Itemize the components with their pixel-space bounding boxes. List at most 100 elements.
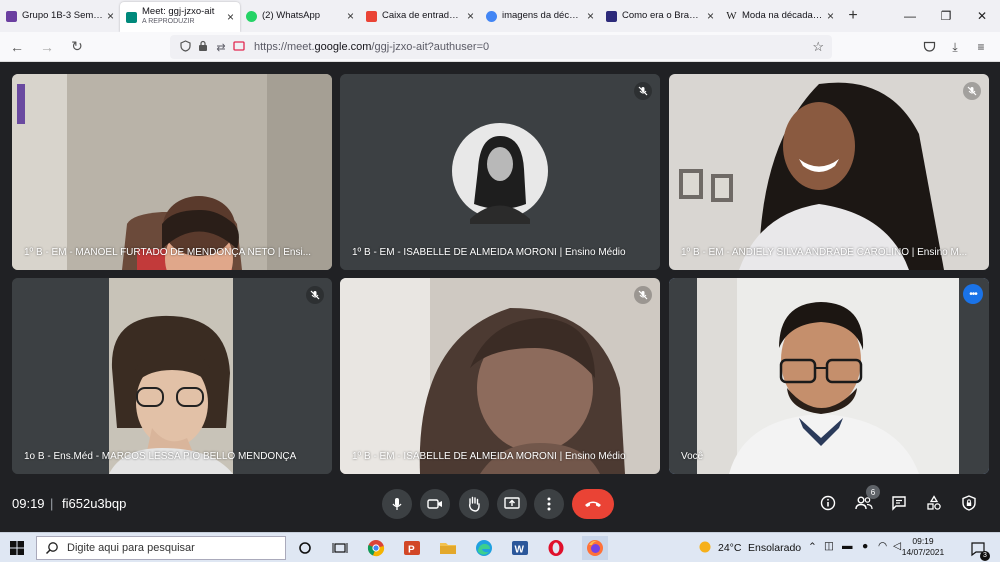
windows-start-button[interactable] — [6, 538, 28, 558]
divider: | — [50, 496, 54, 511]
tab-meet[interactable]: Meet: ggj-jzxo-ait A REPRODUZIR × — [120, 2, 240, 32]
back-arrow-icon[interactable]: ← — [4, 34, 30, 60]
wifi-icon[interactable]: ◠ — [878, 540, 887, 552]
leave-call-button[interactable] — [572, 489, 614, 519]
reload-icon[interactable]: ↻ — [64, 34, 90, 60]
camera-button[interactable] — [420, 489, 450, 519]
weather-label[interactable]: Ensolarado — [748, 542, 801, 554]
edge-icon[interactable] — [474, 538, 494, 558]
bookmark-star-icon[interactable]: ☆ — [812, 39, 824, 55]
task-view-icon[interactable] — [330, 538, 350, 558]
permissions-icon[interactable]: ⇄ — [212, 41, 230, 54]
info-icon — [820, 495, 836, 511]
participant-name: 1º B - EM - ISABELLE DE ALMEIDA MORONI |… — [352, 451, 626, 462]
chat-button[interactable] — [887, 491, 911, 515]
close-tab-icon[interactable]: × — [707, 9, 714, 23]
shapes-icon — [927, 495, 941, 510]
camera-sharing-icon[interactable] — [230, 40, 248, 54]
muted-mic-icon — [634, 82, 652, 100]
participant-tile[interactable]: 1o B - Ens.Méd - MARCOS LESSA PIO BELLO … — [12, 278, 332, 474]
system-date: 14/07/2021 — [901, 547, 945, 557]
video-feed — [12, 74, 332, 270]
system-clock[interactable]: 09:19 14/07/2021 — [900, 536, 946, 558]
people-count-badge: 6 — [866, 485, 880, 499]
video-feed — [12, 278, 332, 474]
participant-tile[interactable]: 1º B - EM - ISABELLE DE ALMEIDA MORONI |… — [340, 74, 660, 270]
tab-whatsapp[interactable]: (2) WhatsApp × — [240, 0, 360, 32]
raise-hand-button[interactable] — [459, 489, 489, 519]
search-placeholder: Digite aqui para pesquisar — [67, 542, 195, 554]
battery-icon[interactable]: ▬ — [842, 540, 853, 552]
tab-grupo[interactable]: Grupo 1B-3 Semana × — [0, 0, 120, 32]
participant-name: 1º B - EM - MANOEL FURTADO DE MENDONÇA N… — [24, 247, 312, 258]
shield-lock-icon — [962, 495, 976, 511]
pocket-icon[interactable] — [916, 35, 942, 59]
host-controls-button[interactable] — [957, 491, 981, 515]
close-tab-icon[interactable]: × — [347, 9, 354, 23]
shield-icon[interactable] — [176, 39, 194, 55]
close-tab-icon[interactable]: × — [467, 9, 474, 23]
whatsapp-icon — [246, 10, 257, 22]
more-options-icon[interactable]: ••• — [963, 284, 983, 304]
temperature-label[interactable]: 24°C — [718, 542, 741, 554]
close-tab-icon[interactable]: × — [227, 10, 234, 24]
meeting-code: fi652u3bqp — [62, 496, 127, 511]
participant-tile[interactable]: 1º B - EM - ISABELLE DE ALMEIDA MORONI |… — [340, 278, 660, 474]
firefox-icon[interactable] — [582, 536, 608, 560]
participant-tile[interactable]: 1º B - EM - MANOEL FURTADO DE MENDONÇA N… — [12, 74, 332, 270]
restore-icon[interactable]: ❐ — [928, 0, 964, 32]
close-tab-icon[interactable]: × — [587, 9, 594, 23]
menu-icon[interactable]: ≡ — [968, 35, 994, 59]
wikipedia-icon: W — [726, 9, 737, 22]
address-bar[interactable]: ⇄ https://meet.google.com/ggj-jzxo-ait?a… — [170, 35, 832, 59]
camera-icon — [427, 499, 442, 509]
tab-wikipedia[interactable]: W Moda na década de × — [720, 0, 840, 32]
tab-gmail[interactable]: Caixa de entrada (5( × — [360, 0, 480, 32]
lock-icon[interactable] — [194, 40, 212, 55]
chevron-up-icon[interactable]: ⌃ — [808, 541, 817, 553]
taskbar-search-input[interactable]: Digite aqui para pesquisar — [36, 536, 286, 560]
tab-como-era[interactable]: Como era o Brasil d × — [600, 0, 720, 32]
downloads-icon[interactable]: ⤓ — [942, 35, 968, 59]
notifications-icon[interactable]: 3 — [968, 539, 990, 561]
forward-arrow-icon[interactable]: → — [34, 34, 60, 60]
search-icon — [45, 542, 58, 555]
minimize-icon[interactable]: — — [892, 0, 928, 32]
video-feed — [669, 278, 989, 474]
new-tab-button[interactable]: + — [840, 0, 866, 32]
classroom-icon — [6, 10, 17, 22]
more-options-button[interactable] — [534, 489, 564, 519]
participant-name: 1o B - Ens.Méd - MARCOS LESSA PIO BELLO … — [24, 451, 297, 462]
chrome-icon[interactable] — [366, 538, 386, 558]
self-view-tile[interactable]: ••• Você — [669, 278, 989, 474]
tab-strip: Grupo 1B-3 Semana × Meet: ggj-jzxo-ait A … — [0, 0, 1000, 32]
word-icon[interactable]: W — [510, 538, 530, 558]
activities-button[interactable] — [922, 491, 946, 515]
tab-playing-label: A REPRODUZIR — [142, 18, 195, 25]
weather-sun-icon[interactable] — [698, 540, 712, 557]
chat-icon — [892, 496, 906, 511]
opera-icon[interactable] — [546, 538, 566, 558]
meeting-details-button[interactable] — [816, 491, 840, 515]
meet-icon — [126, 11, 137, 23]
file-explorer-icon[interactable] — [438, 538, 458, 558]
gmail-icon — [366, 10, 377, 22]
participant-tile[interactable]: 1º B - EM - ANDIELY SILVA ANDRADE CAROLI… — [669, 74, 989, 270]
muted-mic-icon — [306, 286, 324, 304]
close-tab-icon[interactable]: × — [107, 9, 114, 23]
close-tab-icon[interactable]: × — [827, 9, 834, 23]
meeting-clock: 09:19 — [12, 496, 45, 511]
close-window-icon[interactable]: ✕ — [964, 0, 1000, 32]
present-screen-button[interactable] — [497, 489, 527, 519]
tab-google-images[interactable]: imagens da década × — [480, 0, 600, 32]
onedrive-icon[interactable]: ◫ — [824, 540, 834, 552]
navigation-toolbar: ← → ↻ ⇄ https://meet.google.com/ggj-jzxo… — [0, 32, 1000, 62]
video-feed — [340, 278, 660, 474]
hand-icon — [468, 496, 480, 512]
powerpoint-icon[interactable]: P — [402, 538, 422, 558]
site-icon — [606, 10, 617, 22]
tab-title: Meet: ggj-jzxo-ait — [142, 7, 215, 17]
microphone-tray-icon[interactable]: ● — [862, 540, 868, 552]
microphone-button[interactable] — [382, 489, 412, 519]
cortana-icon[interactable] — [295, 538, 315, 558]
